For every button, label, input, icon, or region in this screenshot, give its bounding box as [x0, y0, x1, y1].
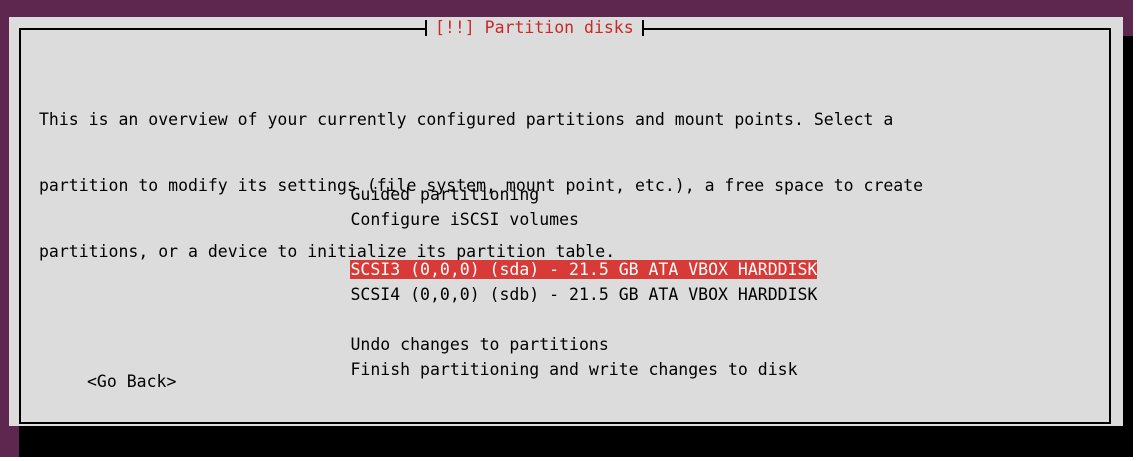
menu-item-label: Guided partitioning [350, 185, 540, 204]
menu-item-guided-partitioning[interactable]: Guided partitioning [271, 157, 817, 204]
menu-item-disk-sda[interactable]: SCSI3 (0,0,0) (sda) - 21.5 GB ATA VBOX H… [271, 232, 818, 279]
menu-item-label: Undo changes to partitions [350, 335, 609, 354]
menu-item-undo-changes[interactable]: Undo changes to partitions [271, 307, 817, 354]
partition-disks-dialog: [!!] Partition disks This is an overview… [9, 17, 1123, 426]
go-back-button[interactable]: <Go Back> [87, 371, 176, 393]
menu-item-label: Finish partitioning and write changes to… [350, 360, 798, 379]
menu-item-label: SCSI4 (0,0,0) (sdb) - 21.5 GB ATA VBOX H… [350, 285, 818, 304]
installer-screen: [!!] Partition disks This is an overview… [0, 0, 1141, 461]
menu-item-label: SCSI3 (0,0,0) (sda) - 21.5 GB ATA VBOX H… [350, 260, 818, 279]
menu-item-label: Configure iSCSI volumes [350, 210, 579, 229]
partition-menu: Guided partitioning Configure iSCSI volu… [271, 157, 818, 379]
intro-line: This is an overview of your currently co… [39, 110, 894, 129]
dialog-title: [!!] Partition disks [425, 17, 644, 39]
